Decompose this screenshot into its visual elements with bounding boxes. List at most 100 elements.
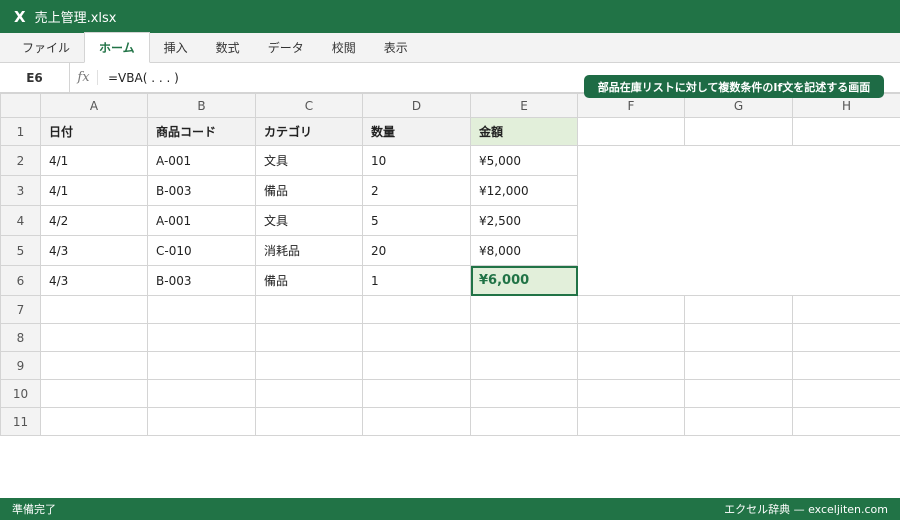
cell-a7[interactable] [40,295,148,324]
cell-h5[interactable] [793,236,900,266]
cell-b6[interactable]: B-003 [147,265,256,296]
cell-d10[interactable] [362,379,471,408]
cell-e11[interactable] [470,407,578,436]
cell-f8[interactable] [577,323,685,352]
tab-data[interactable]: データ [254,32,318,62]
cell-c2[interactable]: 文具 [255,145,363,176]
cell-h7[interactable] [792,295,900,324]
row-header-3[interactable]: 3 [0,175,41,206]
cell-g10[interactable] [684,379,793,408]
tab-formulas[interactable]: 数式 [202,32,254,62]
cell-d7[interactable] [362,295,471,324]
cell-g7[interactable] [684,295,793,324]
cell-f5[interactable] [578,236,685,266]
cell-b10[interactable] [147,379,256,408]
formula-input[interactable]: =VBA( . . . ) [98,71,179,85]
tab-file[interactable]: ファイル [8,32,84,62]
cell-a2[interactable]: 4/1 [40,145,148,176]
cell-f2[interactable] [578,146,685,176]
cell-f7[interactable] [577,295,685,324]
col-header-b[interactable]: B [147,93,256,118]
cell-g8[interactable] [684,323,793,352]
row-header-4[interactable]: 4 [0,205,41,236]
cell-h10[interactable] [792,379,900,408]
cell-a8[interactable] [40,323,148,352]
cell-c10[interactable] [255,379,363,408]
cell-a4[interactable]: 4/2 [40,205,148,236]
col-header-c[interactable]: C [255,93,363,118]
cell-h2[interactable] [793,146,900,176]
cell-d1[interactable]: 数量 [362,117,471,146]
cell-d3[interactable]: 2 [362,175,471,206]
col-header-e[interactable]: E [470,93,578,118]
cell-f11[interactable] [577,407,685,436]
row-header-6[interactable]: 6 [0,265,41,296]
cell-a3[interactable]: 4/1 [40,175,148,206]
cell-a10[interactable] [40,379,148,408]
cell-g5[interactable] [685,236,793,266]
cell-e3[interactable]: ¥12,000 [470,175,578,206]
cell-d9[interactable] [362,351,471,380]
row-header-1[interactable]: 1 [0,117,41,146]
cell-c5[interactable]: 消耗品 [255,235,363,266]
cell-e10[interactable] [470,379,578,408]
cell-c3[interactable]: 備品 [255,175,363,206]
cell-f4[interactable] [578,206,685,236]
cell-f1[interactable] [577,117,685,146]
cell-a5[interactable]: 4/3 [40,235,148,266]
cell-d2[interactable]: 10 [362,145,471,176]
cell-g4[interactable] [685,206,793,236]
cell-b2[interactable]: A-001 [147,145,256,176]
cell-e9[interactable] [470,351,578,380]
cell-h9[interactable] [792,351,900,380]
cell-a11[interactable] [40,407,148,436]
tab-review[interactable]: 校閲 [318,32,370,62]
row-header-5[interactable]: 5 [0,235,41,266]
cell-a6[interactable]: 4/3 [40,265,148,296]
row-header-7[interactable]: 7 [0,295,41,324]
tab-home[interactable]: ホーム [84,32,150,63]
cell-b4[interactable]: A-001 [147,205,256,236]
cell-c7[interactable] [255,295,363,324]
cell-g6[interactable] [685,266,793,296]
cell-c11[interactable] [255,407,363,436]
cell-e2[interactable]: ¥5,000 [470,145,578,176]
cell-b8[interactable] [147,323,256,352]
cell-d11[interactable] [362,407,471,436]
row-header-2[interactable]: 2 [0,145,41,176]
cell-d4[interactable]: 5 [362,205,471,236]
cell-b3[interactable]: B-003 [147,175,256,206]
tab-insert[interactable]: 挿入 [150,32,202,62]
cell-g2[interactable] [685,146,793,176]
cell-b7[interactable] [147,295,256,324]
cell-h11[interactable] [792,407,900,436]
cell-e6-selected[interactable]: ¥6,000 [470,265,578,296]
col-header-d[interactable]: D [362,93,471,118]
cell-g9[interactable] [684,351,793,380]
cell-b1[interactable]: 商品コード [147,117,256,146]
cell-c4[interactable]: 文具 [255,205,363,236]
cell-f6[interactable] [578,266,685,296]
cell-c8[interactable] [255,323,363,352]
row-header-11[interactable]: 11 [0,407,41,436]
cell-g1[interactable] [684,117,793,146]
row-header-8[interactable]: 8 [0,323,41,352]
select-all-corner[interactable] [0,93,41,118]
cell-h8[interactable] [792,323,900,352]
fx-icon[interactable]: fx [70,70,98,85]
cell-f3[interactable] [578,176,685,206]
row-header-10[interactable]: 10 [0,379,41,408]
cell-a9[interactable] [40,351,148,380]
cell-g3[interactable] [685,176,793,206]
cell-f10[interactable] [577,379,685,408]
row-header-9[interactable]: 9 [0,351,41,380]
cell-g11[interactable] [684,407,793,436]
cell-h6[interactable] [793,266,900,296]
cell-d5[interactable]: 20 [362,235,471,266]
cell-b11[interactable] [147,407,256,436]
cell-e7[interactable] [470,295,578,324]
col-header-a[interactable]: A [40,93,148,118]
tab-view[interactable]: 表示 [370,32,422,62]
cell-d6[interactable]: 1 [362,265,471,296]
cell-e8[interactable] [470,323,578,352]
